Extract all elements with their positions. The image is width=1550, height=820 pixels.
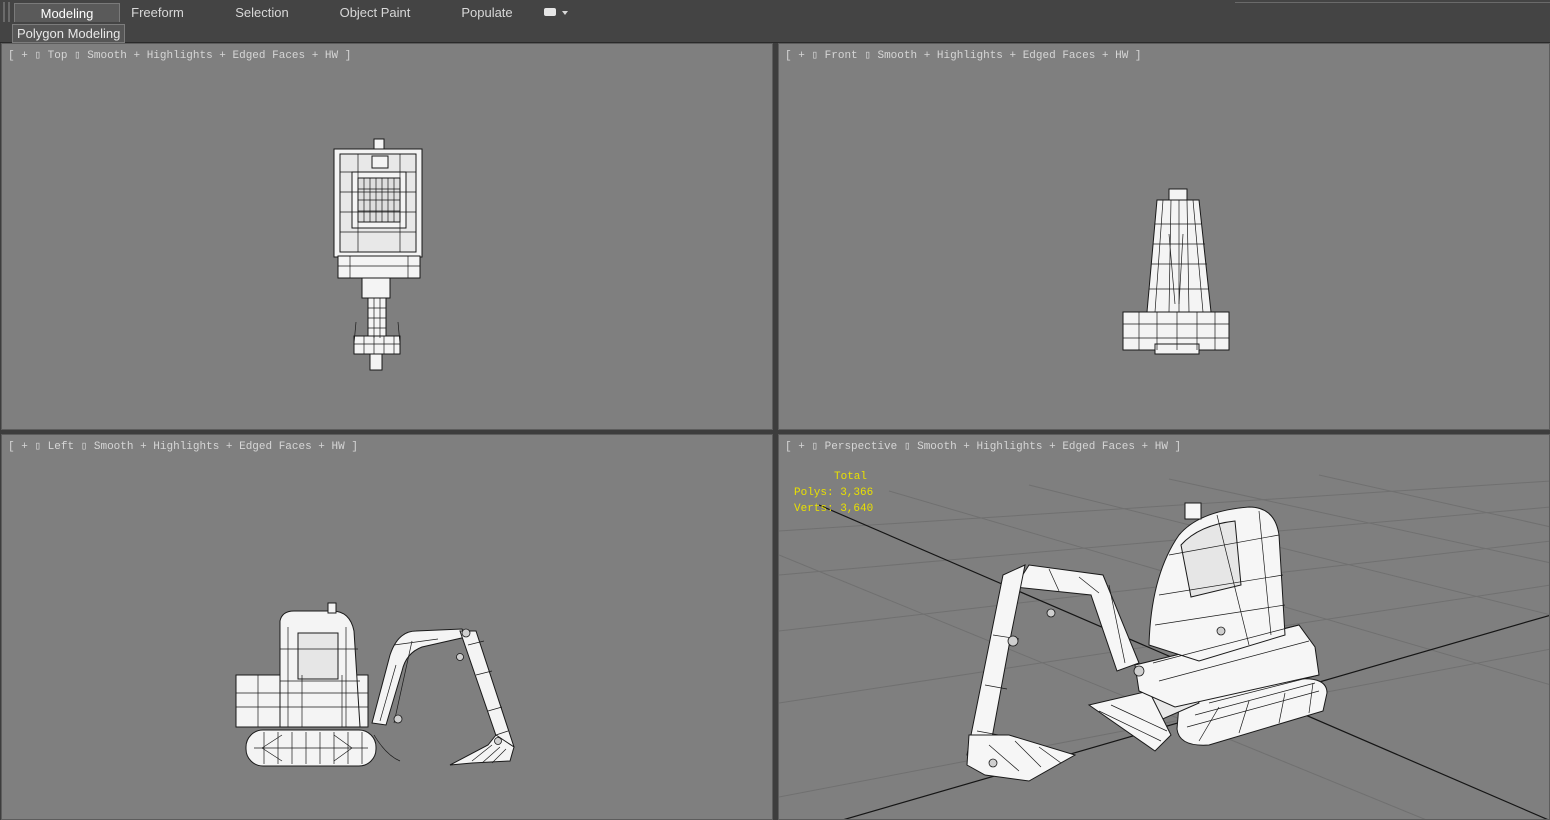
perspective-scene bbox=[779, 474, 1549, 819]
excavator-front-view bbox=[1122, 188, 1230, 355]
ribbon-grip-2[interactable] bbox=[8, 2, 10, 22]
viewport-front[interactable]: [ + ▯ Front ▯ Smooth + Highlights + Edge… bbox=[778, 43, 1550, 430]
tab-object-paint[interactable]: Object Paint bbox=[332, 3, 418, 22]
tab-selection[interactable]: Selection bbox=[222, 3, 302, 22]
ribbon-panel-row: Polygon Modeling bbox=[0, 23, 1550, 43]
excavator-top-view bbox=[333, 138, 423, 371]
tab-modeling[interactable]: Modeling bbox=[14, 3, 120, 22]
polygon-modeling-panel[interactable]: Polygon Modeling bbox=[12, 24, 126, 43]
ribbon-tab-bar: Modeling Freeform Selection Object Paint… bbox=[0, 0, 1550, 24]
ribbon-options-icon[interactable] bbox=[542, 6, 570, 20]
viewport-left[interactable]: [ + ▯ Left ▯ Smooth + Highlights + Edged… bbox=[1, 434, 773, 820]
tab-freeform[interactable]: Freeform bbox=[120, 3, 195, 22]
stats-verts: Verts: 3,640 bbox=[794, 503, 874, 515]
excavator-side-view bbox=[235, 602, 515, 767]
stats-polys: Polys: 3,366 bbox=[794, 487, 874, 499]
stats-title: Total bbox=[834, 471, 868, 483]
ribbon-divider bbox=[1235, 2, 1550, 3]
viewport-perspective[interactable]: [ + ▯ Perspective ▯ Smooth + Highlights … bbox=[778, 434, 1550, 820]
scene-statistics: Total Polys: 3,366 Verts: 3,640 bbox=[794, 469, 873, 517]
ribbon-grip[interactable] bbox=[3, 2, 5, 22]
viewport-top[interactable]: [ + ▯ Top ▯ Smooth + Highlights + Edged … bbox=[1, 43, 773, 430]
excavator-perspective-model bbox=[966, 502, 1328, 782]
tab-populate[interactable]: Populate bbox=[452, 3, 522, 22]
